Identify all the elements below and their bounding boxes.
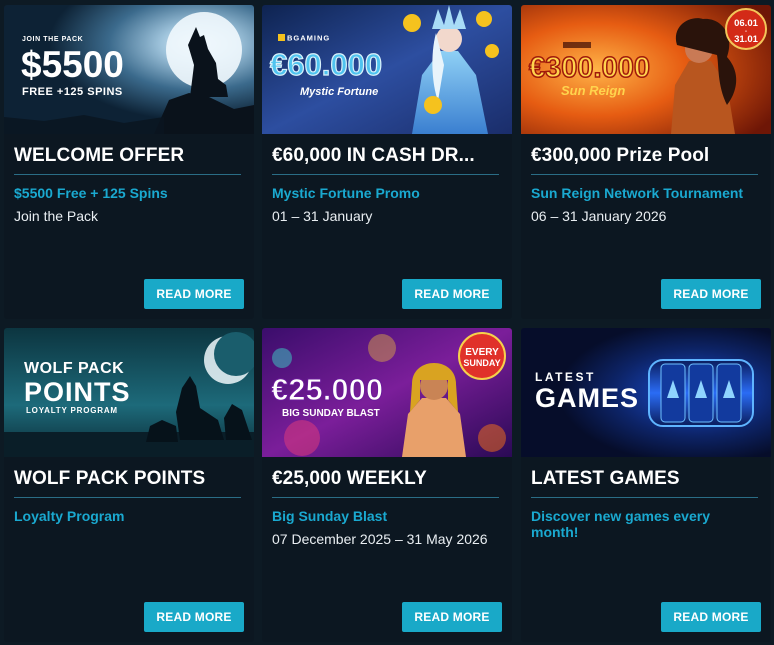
mystic-fortune-image: BGAMING €60.000 Mystic Fortune bbox=[262, 5, 512, 134]
promo-subtitle: Mystic Fortune Promo bbox=[272, 185, 420, 201]
brand-logo: BGAMING bbox=[287, 34, 330, 43]
banner-line1: LATEST bbox=[535, 370, 596, 384]
divider bbox=[14, 174, 241, 175]
date-badge-start: 06.01 bbox=[734, 18, 758, 29]
promo-banner-mystic-fortune[interactable]: BGAMING €60.000 Mystic Fortune bbox=[262, 5, 512, 134]
badge-top: EVERY bbox=[465, 347, 499, 358]
banner-big-text: €25.000 bbox=[271, 372, 383, 407]
read-more-button[interactable]: READ MORE bbox=[402, 602, 502, 632]
promo-card-sun-reign: 06.01 - 31.01 €300.000 Sun Reign €300,00… bbox=[521, 5, 771, 319]
promo-banner-welcome[interactable]: JOIN THE PACK $5500 FREE +125 SPINS bbox=[4, 5, 254, 134]
banner-line2: GAMES bbox=[535, 383, 639, 413]
promo-title: LATEST GAMES bbox=[531, 468, 680, 489]
promo-banner-big-sunday-blast[interactable]: EVERY SUNDAY €25.000 BIG SUNDAY BLAST bbox=[262, 328, 512, 457]
read-more-button[interactable]: READ MORE bbox=[661, 279, 761, 309]
promo-card-wolf-pack-points: WOLF PACK POINTS LOYALTY PROGRAM WOLF PA… bbox=[4, 328, 254, 642]
promo-title: €60,000 IN CASH DR... bbox=[272, 145, 475, 166]
banner-line1: WOLF PACK bbox=[24, 360, 124, 377]
promo-subtitle: Loyalty Program bbox=[14, 508, 125, 524]
promo-subtitle: Sun Reign Network Tournament bbox=[531, 185, 744, 201]
read-more-button[interactable]: READ MORE bbox=[144, 602, 244, 632]
promo-subtitle: $5500 Free + 125 Spins bbox=[14, 185, 168, 201]
divider bbox=[272, 497, 499, 498]
sun-reign-image: 06.01 - 31.01 €300.000 Sun Reign bbox=[521, 5, 771, 134]
divider bbox=[272, 174, 499, 175]
promo-description: 01 – 31 January bbox=[272, 208, 373, 224]
promo-title: WOLF PACK POINTS bbox=[14, 468, 206, 489]
promo-title: €25,000 WEEKLY bbox=[272, 468, 427, 489]
wolf-pack-image: WOLF PACK POINTS LOYALTY PROGRAM bbox=[4, 328, 254, 457]
promo-card-welcome-offer: JOIN THE PACK $5500 FREE +125 SPINS WELC… bbox=[4, 5, 254, 319]
promo-subtitle: Big Sunday Blast bbox=[272, 508, 388, 524]
read-more-button[interactable]: READ MORE bbox=[144, 279, 244, 309]
wolf-moon-image: JOIN THE PACK $5500 FREE +125 SPINS bbox=[4, 5, 254, 134]
read-more-button[interactable]: READ MORE bbox=[661, 602, 761, 632]
banner-top-text: JOIN THE PACK bbox=[22, 36, 83, 43]
promo-card-big-sunday-blast: EVERY SUNDAY €25.000 BIG SUNDAY BLAST €2… bbox=[262, 328, 512, 642]
divider bbox=[14, 497, 241, 498]
promo-description: 06 – 31 January 2026 bbox=[531, 208, 667, 224]
divider bbox=[531, 174, 758, 175]
divider bbox=[531, 497, 758, 498]
promo-subtitle: Discover new games every month! bbox=[531, 508, 710, 540]
banner-big-text: $5500 bbox=[21, 44, 124, 85]
promo-description: 07 December 2025 – 31 May 2026 bbox=[272, 531, 488, 547]
promo-banner-sun-reign[interactable]: 06.01 - 31.01 €300.000 Sun Reign bbox=[521, 5, 771, 134]
promo-card-mystic-fortune: BGAMING €60.000 Mystic Fortune €60,000 I… bbox=[262, 5, 512, 319]
date-badge-end: 31.01 bbox=[734, 34, 758, 45]
banner-line2: POINTS bbox=[24, 377, 131, 407]
banner-bottom-text: Sun Reign bbox=[561, 83, 625, 98]
promo-banner-latest-games[interactable]: LATEST GAMES bbox=[521, 328, 771, 457]
banner-bottom-text: Mystic Fortune bbox=[300, 86, 378, 98]
promo-description: Join the Pack bbox=[14, 208, 99, 224]
banner-bottom-text: BIG SUNDAY BLAST bbox=[282, 408, 380, 419]
big-sunday-blast-image: EVERY SUNDAY €25.000 BIG SUNDAY BLAST bbox=[262, 328, 512, 457]
promo-card-latest-games: LATEST GAMES LATEST GAMES Discover new g… bbox=[521, 328, 771, 642]
banner-line3: LOYALTY PROGRAM bbox=[26, 406, 118, 415]
latest-games-image: LATEST GAMES bbox=[521, 328, 771, 457]
badge-bottom: SUNDAY bbox=[463, 358, 500, 368]
read-more-button[interactable]: READ MORE bbox=[402, 279, 502, 309]
promo-title: €300,000 Prize Pool bbox=[531, 145, 710, 166]
promo-banner-wolf-pack[interactable]: WOLF PACK POINTS LOYALTY PROGRAM bbox=[4, 328, 254, 457]
promotions-grid: JOIN THE PACK $5500 FREE +125 SPINS WELC… bbox=[0, 0, 774, 645]
promo-title: WELCOME OFFER bbox=[14, 145, 185, 166]
banner-big-text: €60.000 bbox=[270, 47, 382, 82]
banner-big-text: €300.000 bbox=[529, 52, 650, 84]
banner-bottom-text: FREE +125 SPINS bbox=[22, 86, 123, 98]
